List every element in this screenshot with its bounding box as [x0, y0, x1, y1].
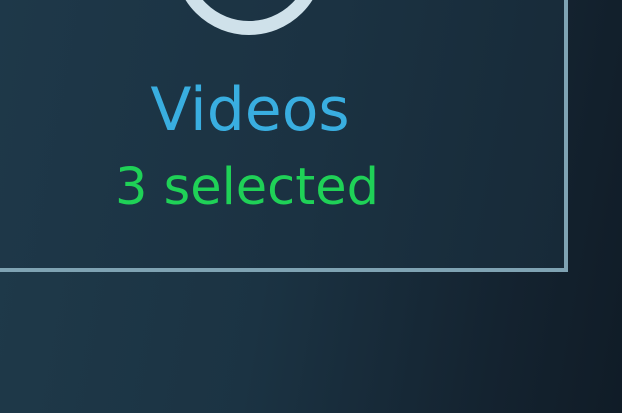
selection-count: 3 selected	[115, 158, 379, 217]
card-title: Videos	[150, 75, 350, 145]
play-circle-icon	[185, 0, 313, 35]
screen: Videos 3 selected	[0, 0, 622, 413]
videos-category-card[interactable]: Videos 3 selected	[0, 0, 568, 272]
